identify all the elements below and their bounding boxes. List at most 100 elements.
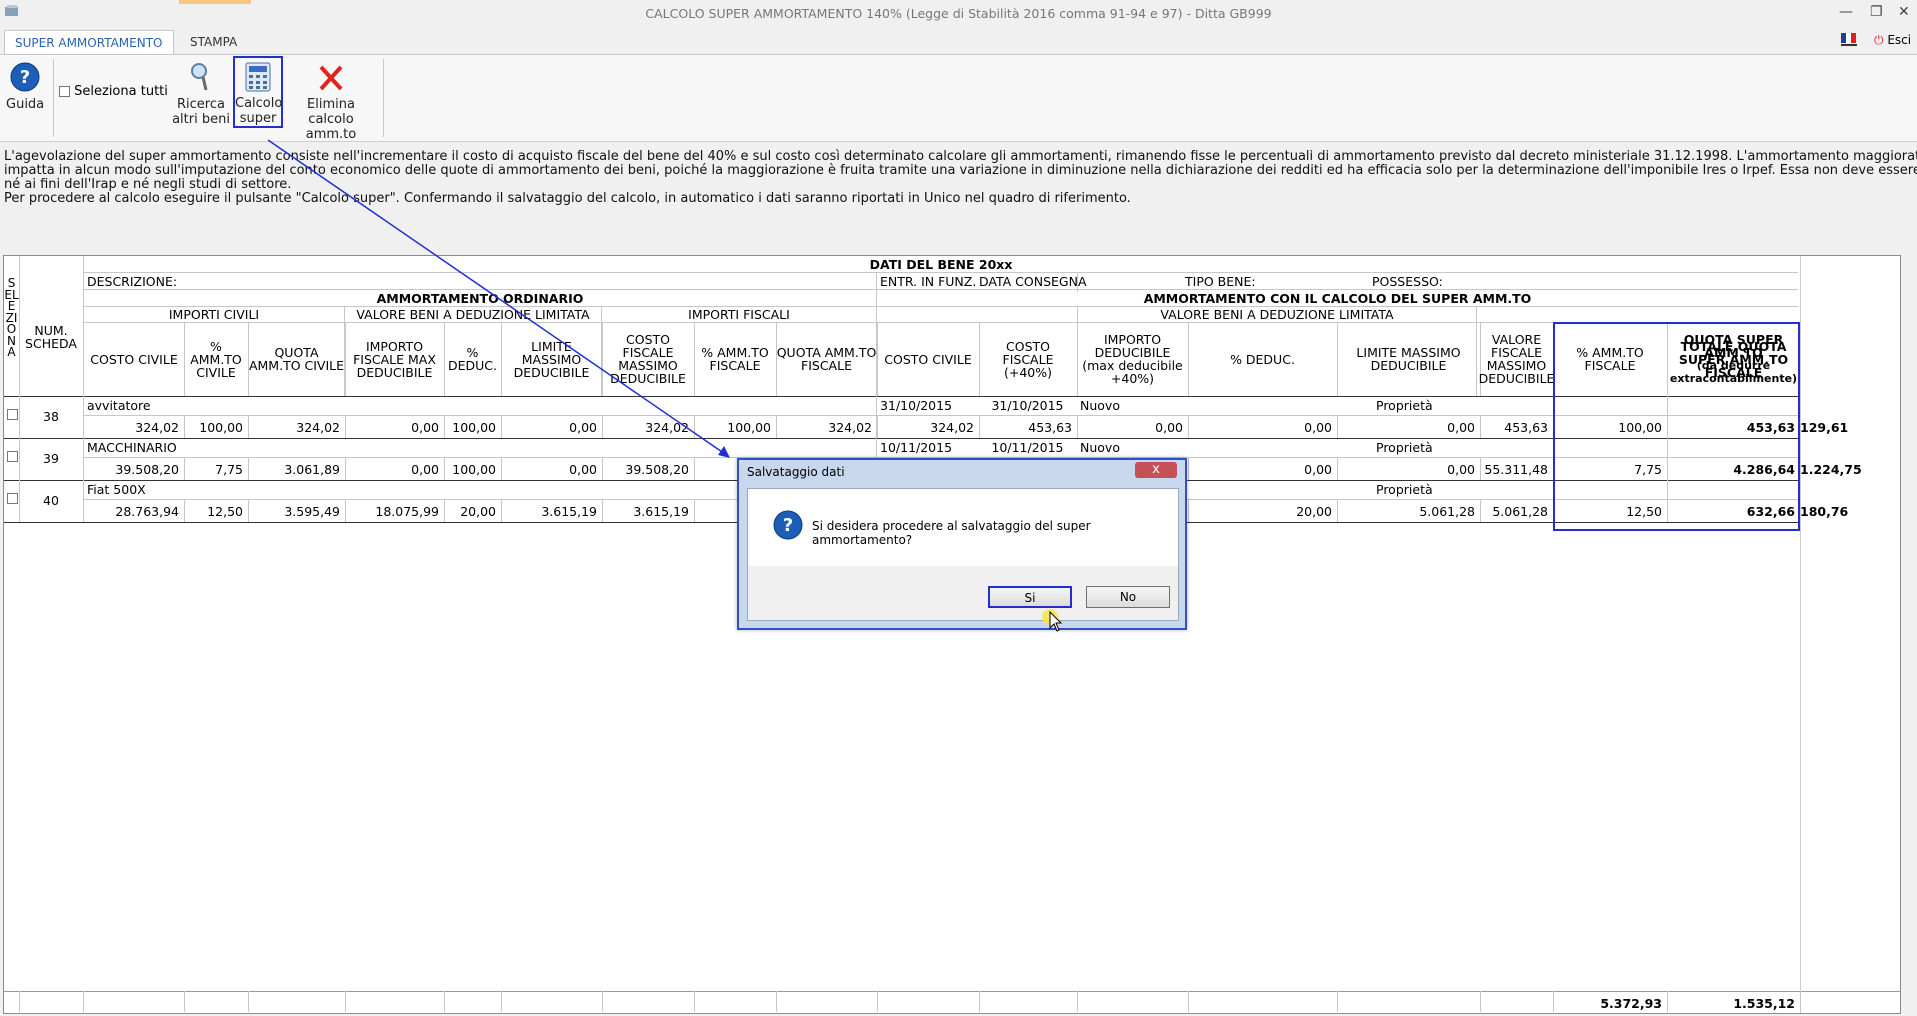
esci-button[interactable]: ⏻ Esci <box>1874 33 1911 48</box>
svg-text:?: ? <box>783 515 793 536</box>
dialog-body: ? Si desidera procedere al salvataggio d… <box>747 488 1179 568</box>
si-button[interactable]: Si <box>988 586 1072 608</box>
grid-line <box>184 991 185 1012</box>
row-select-checkbox[interactable] <box>7 493 18 504</box>
column-header: % AMM.TO FISCALE <box>694 324 776 394</box>
ricerca-label-1: Ricerca <box>177 97 225 112</box>
entr-in-funz-date: 10/11/2015 <box>880 440 953 455</box>
grid-line <box>84 272 1798 273</box>
grid-line <box>19 480 20 522</box>
column-header: QUOTA AMM.TO FISCALE <box>776 324 877 394</box>
calcolo-label-2: super <box>239 111 277 126</box>
column-header: COSTO FISCALE MASSIMO DEDUCIBILE <box>602 324 694 394</box>
seleziona-tutti-label: Seleziona tutti <box>74 84 168 99</box>
minimize-icon[interactable]: — <box>1839 4 1853 20</box>
dialog-close-button[interactable]: x <box>1135 462 1177 478</box>
no-button[interactable]: No <box>1086 586 1170 608</box>
seleziona-header: SELEZIONA <box>4 276 19 359</box>
grid-line <box>4 438 1800 439</box>
table-cell: 5.061,28 <box>1419 504 1475 519</box>
elimina-label-2: amm.to <box>305 127 357 142</box>
grid-line <box>694 991 695 1012</box>
intro-line: impatta in alcun modo sull'imputazione d… <box>4 163 1917 178</box>
tab-accent <box>179 0 251 4</box>
column-header: COSTO FISCALE (+40%) <box>979 324 1077 394</box>
amm-ordinario-heading: AMMORTAMENTO ORDINARIO <box>376 291 584 306</box>
table-cell: 0,00 <box>569 462 597 477</box>
grid-line <box>248 991 249 1012</box>
flag-icon[interactable] <box>1841 33 1857 51</box>
restore-icon[interactable]: ❐ <box>1870 4 1883 20</box>
table-cell: 39.508,20 <box>625 462 689 477</box>
column-header-text: LIMITE MASSIMO DEDUCIBILE <box>513 338 590 380</box>
table-cell: 324,02 <box>828 420 872 435</box>
grid-line <box>694 499 695 522</box>
svg-text:?: ? <box>20 67 30 88</box>
column-header: % DEDUC. <box>444 324 501 394</box>
grid-line <box>1800 256 1801 1013</box>
tab-super-ammortamento[interactable]: SUPER AMMORTAMENTO <box>4 30 174 55</box>
close-window-icon[interactable]: ✕ <box>1898 4 1910 20</box>
separator <box>53 59 54 137</box>
num-scheda-header: NUM. SCHEDA <box>25 323 77 351</box>
dialog-title: Salvataggio dati <box>747 465 845 479</box>
table-cell: 324,02 <box>296 420 340 435</box>
column-header-text: IMPORTO FISCALE MAX DEDUCIBILE <box>353 338 436 380</box>
table-cell: 3.615,19 <box>633 504 689 519</box>
seleziona-tutti-checkbox[interactable]: Seleziona tutti <box>59 84 168 99</box>
tipo-bene-value: Nuovo <box>1080 440 1120 455</box>
grid-line <box>1480 991 1481 1012</box>
grid-line <box>83 991 84 1012</box>
grid-line <box>4 396 1800 397</box>
row-select-checkbox[interactable] <box>7 451 18 462</box>
totale-quota-total: 5.372,93 <box>1600 996 1662 1011</box>
column-header-text: COSTO FISCALE MASSIMO DEDUCIBILE <box>610 332 686 386</box>
grid-line <box>444 991 445 1012</box>
calcolo-super-button[interactable]: Calcolo super <box>233 56 283 128</box>
table-cell: 0,00 <box>411 420 439 435</box>
column-header-text: LIMITE MASSIMO DEDUCIBILE <box>1356 345 1461 373</box>
table-cell: 324,02 <box>645 420 689 435</box>
table-cell: 3.061,89 <box>284 462 340 477</box>
row-select-checkbox[interactable] <box>7 409 18 420</box>
elimina-calcolo-button[interactable]: Elimina calcolo amm.to <box>285 61 377 142</box>
tipo-bene-value: Nuovo <box>1080 398 1120 413</box>
scheda-number: 38 <box>43 409 59 424</box>
dialog-footer: Si No <box>747 566 1179 621</box>
column-header: IMPORTO FISCALE MAX DEDUCIBILE <box>345 324 444 394</box>
question-icon: ? <box>773 510 803 540</box>
ricerca-altri-beni-button[interactable]: Ricerca altri beni <box>172 61 230 127</box>
beni-table: DATI DEL BENE 20xx DESCRIZIONE: ENTR. IN F… <box>3 255 1901 1014</box>
intro-line: né ai fini dell'Irap e né negli studi di… <box>4 177 292 192</box>
table-cell: 100,00 <box>199 420 243 435</box>
grid-line <box>877 991 878 1012</box>
table-cell: 453,63 <box>1028 420 1072 435</box>
column-header-text: QUOTA AMM.TO CIVILE <box>248 345 345 373</box>
grid-line <box>1188 991 1189 1012</box>
grid-line <box>84 322 1798 323</box>
grid-line <box>1800 991 1801 1012</box>
importi-fiscali-heading: IMPORTI FISCALI <box>688 307 790 322</box>
data-consegna-label: DATA CONSEGNA <box>979 274 1087 289</box>
table-cell: 20,00 <box>1296 504 1332 519</box>
table-cell: 39.508,20 <box>115 462 179 477</box>
bene-description: avvitatore <box>87 398 151 413</box>
power-icon: ⏻ <box>1874 33 1884 47</box>
ribbon-tabs: SUPER AMMORTAMENTO STAMPA ⏻ Esci <box>0 30 1917 55</box>
possesso-value: Proprietà <box>1376 482 1433 497</box>
tab-stampa[interactable]: STAMPA <box>180 30 247 54</box>
table-cell: 100,00 <box>452 420 496 435</box>
table-cell: 100,00 <box>452 462 496 477</box>
table-cell: 20,00 <box>460 504 496 519</box>
guida-label: Guida <box>6 97 45 112</box>
table-cell: 100,00 <box>727 420 771 435</box>
grid-line <box>1077 991 1078 1012</box>
grid-line <box>602 991 603 1012</box>
table-cell: 0,00 <box>1447 420 1475 435</box>
table-cell: 12,50 <box>207 504 243 519</box>
calculator-icon <box>245 62 271 92</box>
column-header: LIMITE MASSIMO DEDUCIBILE <box>1337 324 1480 394</box>
table-cell: 324,02 <box>135 420 179 435</box>
guida-button[interactable]: ? Guida <box>6 61 44 112</box>
intro-description: L'agevolazione del super ammortamento co… <box>4 150 1917 206</box>
